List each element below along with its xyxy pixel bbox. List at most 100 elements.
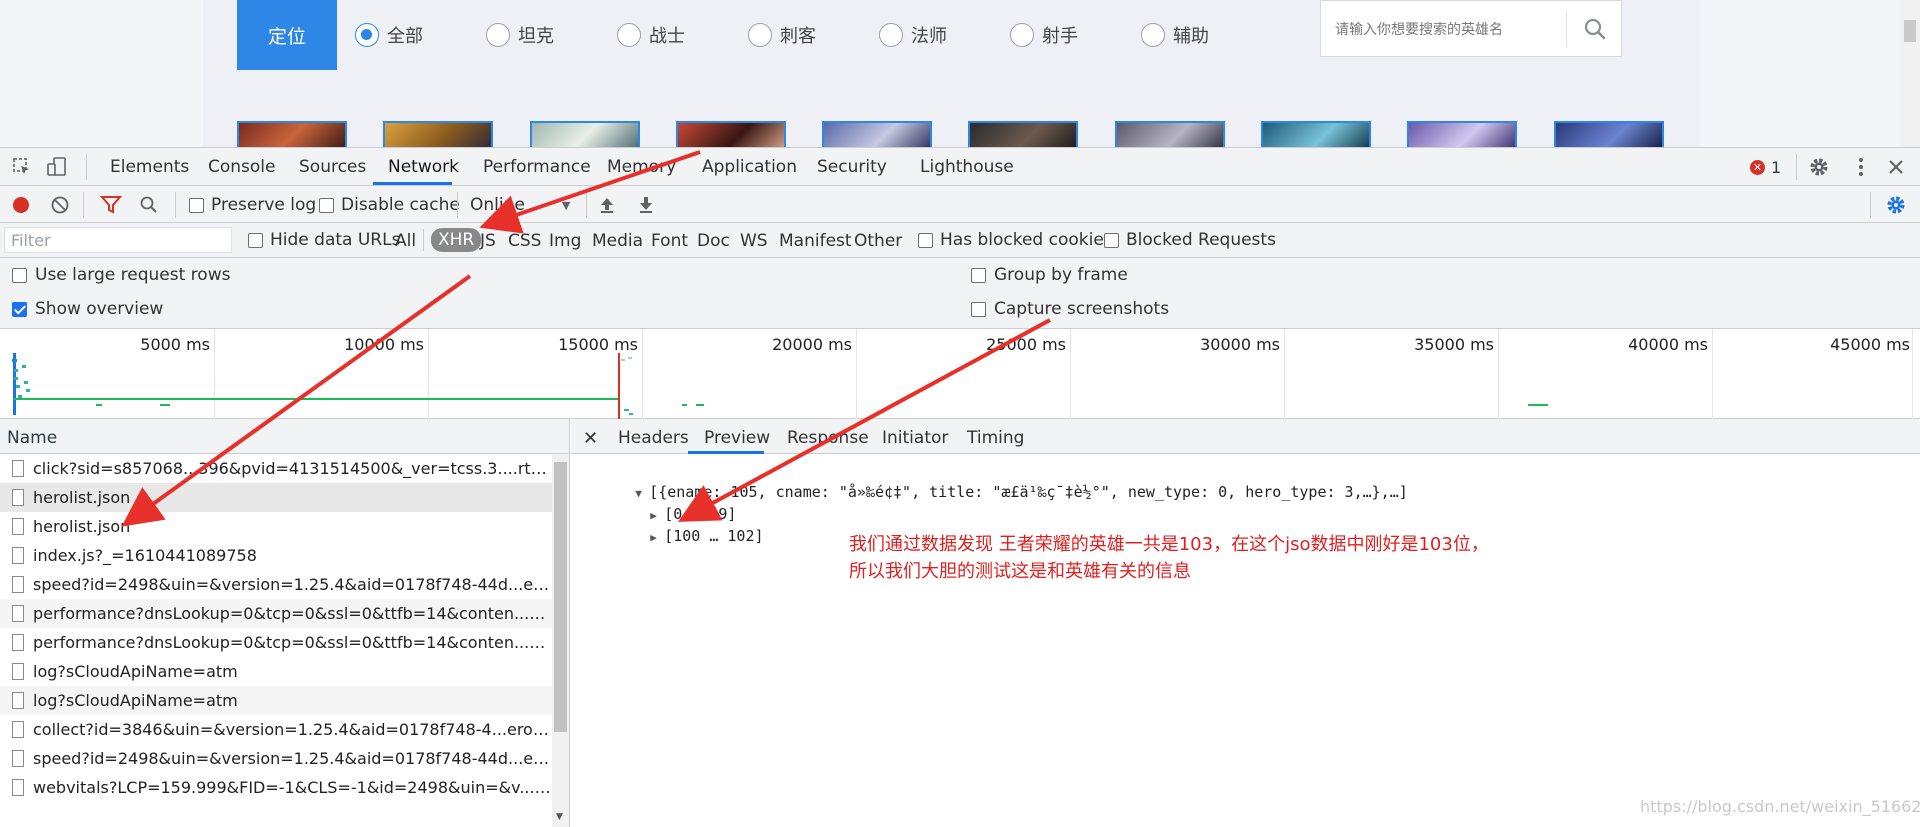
close-details-icon[interactable]: ✕ — [583, 428, 598, 449]
filter-support[interactable]: 辅助 — [1141, 20, 1209, 50]
throttling-select[interactable]: Online ▼ — [470, 195, 570, 215]
tab-memory[interactable]: Memory — [607, 157, 676, 177]
large-rows-toggle[interactable]: Use large request rows — [12, 265, 230, 285]
hero-search[interactable]: 请输入你想要搜索的英雄名 — [1320, 0, 1622, 57]
tab-preview[interactable]: Preview — [704, 428, 770, 448]
hero-thumbnail[interactable] — [1261, 121, 1371, 147]
import-har-icon[interactable] — [598, 195, 616, 215]
tab-sources[interactable]: Sources — [299, 157, 366, 177]
scroll-down-icon[interactable]: ▼ — [556, 812, 563, 822]
settings-gear-icon[interactable] — [1808, 156, 1830, 178]
checkbox[interactable] — [971, 301, 986, 317]
blocked-requests-toggle[interactable]: Blocked Requests — [1104, 230, 1276, 250]
request-row[interactable]: speed?id=2498&uin=&version=1.25.4&aid=01… — [0, 744, 552, 773]
search-icon[interactable] — [1583, 17, 1607, 41]
device-toolbar-icon[interactable] — [46, 156, 68, 178]
checkbox[interactable] — [1104, 232, 1119, 248]
error-counter[interactable]: ✕ 1 — [1750, 158, 1781, 177]
hide-data-urls-toggle[interactable]: Hide data URLs — [248, 230, 400, 250]
search-input[interactable]: 请输入你想要搜索的英雄名 — [1335, 19, 1503, 39]
hero-thumbnail[interactable] — [530, 121, 640, 147]
preserve-log-toggle[interactable]: Preserve log — [189, 195, 316, 215]
tab-elements[interactable]: Elements — [110, 157, 189, 177]
json-group-node[interactable]: ▶ [100 … 102] — [596, 509, 763, 563]
checkbox-checked[interactable] — [12, 301, 27, 317]
filter-assassin[interactable]: 刺客 — [748, 20, 816, 50]
filter-marksman[interactable]: 射手 — [1010, 20, 1078, 50]
hero-thumbnail[interactable] — [237, 121, 347, 147]
checkbox[interactable] — [319, 197, 334, 213]
request-row[interactable]: collect?id=3846&uin=&version=1.25.4&aid=… — [0, 715, 552, 744]
tab-lighthouse[interactable]: Lighthouse — [920, 157, 1014, 177]
filter-tank[interactable]: 坦克 — [486, 20, 554, 50]
hero-thumbnail[interactable] — [383, 121, 493, 147]
tab-network[interactable]: Network — [388, 157, 459, 177]
filter-type-other[interactable]: Other — [854, 231, 902, 251]
request-row[interactable]: performance?dnsLookup=0&tcp=0&ssl=0&ttfb… — [0, 599, 552, 628]
hero-thumbnail[interactable] — [1554, 121, 1664, 147]
filter-type-js[interactable]: JS — [480, 231, 496, 251]
capture-screenshots-toggle[interactable]: Capture screenshots — [971, 299, 1169, 319]
inspect-element-icon[interactable] — [12, 157, 32, 177]
tab-headers[interactable]: Headers — [618, 428, 689, 448]
page-scrollbar[interactable] — [1900, 0, 1920, 147]
hero-thumbnail[interactable] — [822, 121, 932, 147]
hero-thumbnail[interactable] — [968, 121, 1078, 147]
tab-security[interactable]: Security — [817, 157, 887, 177]
blocked-cookies-toggle[interactable]: Has blocked cookies — [918, 230, 1113, 250]
hero-thumbnail[interactable] — [676, 121, 786, 147]
export-har-icon[interactable] — [637, 195, 655, 215]
clear-icon[interactable] — [50, 195, 70, 215]
tab-console[interactable]: Console — [208, 157, 276, 177]
tab-response[interactable]: Response — [787, 428, 869, 448]
request-row-selected[interactable]: herolist.json — [0, 483, 552, 512]
request-row[interactable]: log?sCloudApiName=atm — [0, 657, 552, 686]
filter-type-ws[interactable]: WS — [740, 231, 768, 251]
filter-type-css[interactable]: CSS — [508, 231, 541, 251]
tab-performance[interactable]: Performance — [483, 157, 591, 177]
hero-thumbnail[interactable] — [1407, 121, 1517, 147]
filter-input[interactable]: Filter — [4, 227, 232, 253]
filter-type-all[interactable]: All — [395, 231, 416, 251]
filter-all[interactable]: 全部 — [355, 20, 423, 50]
disable-cache-toggle[interactable]: Disable cache — [319, 195, 460, 215]
locate-button[interactable]: 定位 — [237, 0, 337, 70]
tab-application[interactable]: Application — [702, 157, 797, 177]
request-row[interactable]: herolist.json — [0, 512, 552, 541]
checkbox[interactable] — [12, 267, 27, 283]
more-options-icon[interactable] — [1850, 156, 1872, 178]
filter-type-media[interactable]: Media — [592, 231, 643, 251]
collapsed-triangle-icon[interactable]: ▶ — [650, 531, 664, 544]
checkbox[interactable] — [971, 267, 986, 283]
filter-type-doc[interactable]: Doc — [697, 231, 730, 251]
request-row[interactable]: index.js?_=1610441089758 — [0, 541, 552, 570]
request-row[interactable]: performance?dnsLookup=0&tcp=0&ssl=0&ttfb… — [0, 628, 552, 657]
request-row[interactable]: webvitals?LCP=159.999&FID=-1&CLS=-1&id=2… — [0, 773, 552, 802]
checkbox[interactable] — [248, 232, 263, 248]
checkbox[interactable] — [189, 197, 204, 213]
network-settings-icon[interactable] — [1885, 194, 1907, 216]
filter-type-manifest[interactable]: Manifest — [779, 231, 852, 251]
scrollbar-thumb[interactable] — [1904, 20, 1916, 42]
filter-mage[interactable]: 法师 — [879, 20, 947, 50]
request-row[interactable]: click?sid=s857068...396&pvid=4131514500&… — [0, 454, 552, 483]
request-row[interactable]: speed?id=2498&uin=&version=1.25.4&aid=01… — [0, 570, 552, 599]
scrollbar-thumb[interactable] — [554, 462, 567, 732]
show-overview-toggle[interactable]: Show overview — [12, 299, 163, 319]
network-overview[interactable]: 5000 ms 10000 ms 15000 ms 20000 ms 25000… — [0, 329, 1920, 419]
filter-type-font[interactable]: Font — [651, 231, 688, 251]
request-row[interactable]: log?sCloudApiName=atm — [0, 686, 552, 715]
filter-type-img[interactable]: Img — [549, 231, 581, 251]
hero-thumbnail[interactable] — [1115, 121, 1225, 147]
search-icon[interactable] — [139, 195, 159, 215]
tab-initiator[interactable]: Initiator — [882, 428, 948, 448]
checkbox[interactable] — [918, 232, 933, 248]
column-header-name[interactable]: Name — [0, 419, 569, 454]
close-icon[interactable] — [1886, 157, 1906, 177]
request-list-scrollbar[interactable]: ▼ — [552, 454, 569, 827]
filter-warrior[interactable]: 战士 — [617, 20, 685, 50]
group-by-frame-toggle[interactable]: Group by frame — [971, 265, 1128, 285]
record-icon[interactable] — [11, 195, 31, 215]
tab-timing[interactable]: Timing — [967, 428, 1024, 448]
filter-icon[interactable] — [100, 195, 122, 215]
